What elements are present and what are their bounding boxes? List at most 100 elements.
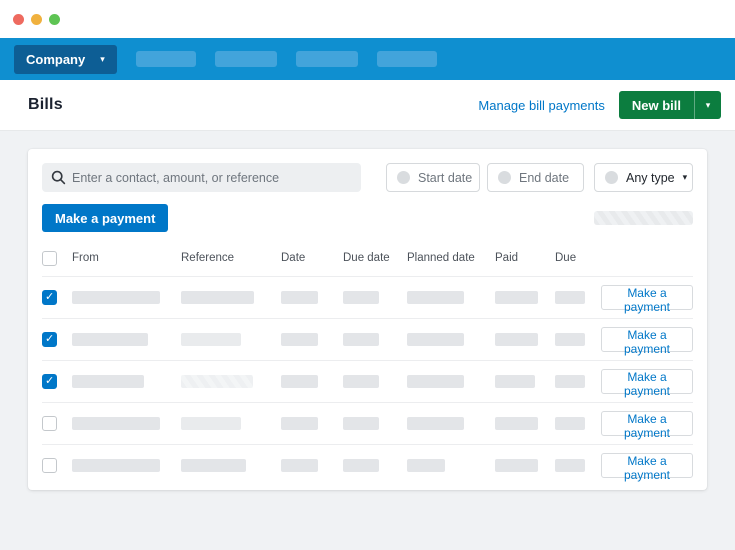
search-box bbox=[42, 163, 361, 192]
planned-date-cell-placeholder bbox=[407, 459, 445, 472]
zoom-button[interactable] bbox=[49, 14, 60, 25]
table-row: Make a payment bbox=[42, 318, 693, 360]
from-cell-placeholder bbox=[72, 375, 144, 388]
due-date-cell-placeholder bbox=[343, 291, 379, 304]
column-header-due-date: Due date bbox=[343, 252, 407, 264]
date-cell-placeholder bbox=[281, 375, 318, 388]
due-date-cell-placeholder bbox=[343, 333, 379, 346]
end-date-placeholder: End date bbox=[519, 171, 569, 185]
from-cell-placeholder bbox=[72, 291, 160, 304]
page-header: Bills Manage bill payments New bill ▾ bbox=[0, 80, 735, 131]
bills-card: Start date End date Any type ▾ Make a pa… bbox=[28, 149, 707, 490]
paid-cell-placeholder bbox=[495, 375, 535, 388]
minimize-button[interactable] bbox=[31, 14, 42, 25]
due-date-cell-placeholder bbox=[343, 375, 379, 388]
table-body: Make a payment Make a payment bbox=[42, 276, 693, 486]
column-header-paid: Paid bbox=[495, 252, 555, 264]
window-titlebar bbox=[0, 0, 735, 38]
close-button[interactable] bbox=[13, 14, 24, 25]
filter-fields: Start date End date Any type ▾ bbox=[386, 163, 693, 192]
planned-date-cell-placeholder bbox=[407, 291, 464, 304]
header-actions: Manage bill payments New bill ▾ bbox=[478, 91, 721, 119]
column-header-planned-date: Planned date bbox=[407, 252, 495, 264]
search-input[interactable] bbox=[42, 163, 361, 192]
column-header-reference: Reference bbox=[181, 252, 281, 264]
new-bill-split-button: New bill ▾ bbox=[619, 91, 721, 119]
top-navbar: Company ▾ bbox=[0, 38, 735, 80]
company-menu-button[interactable]: Company ▾ bbox=[14, 45, 117, 74]
new-bill-button[interactable]: New bill bbox=[619, 91, 694, 119]
planned-date-cell-placeholder bbox=[407, 333, 464, 346]
table-row: Make a payment bbox=[42, 360, 693, 402]
page-title: Bills bbox=[28, 96, 63, 114]
column-header-date: Date bbox=[281, 252, 343, 264]
page-content: Start date End date Any type ▾ Make a pa… bbox=[0, 131, 735, 550]
table-row: Make a payment bbox=[42, 402, 693, 444]
manage-bill-payments-link[interactable]: Manage bill payments bbox=[478, 98, 604, 113]
row-checkbox[interactable] bbox=[42, 290, 57, 305]
end-date-field[interactable]: End date bbox=[487, 163, 584, 192]
row-checkbox[interactable] bbox=[42, 374, 57, 389]
row-checkbox[interactable] bbox=[42, 416, 57, 431]
from-cell-placeholder bbox=[72, 459, 160, 472]
nav-item-placeholder[interactable] bbox=[377, 51, 437, 67]
row-action-button[interactable]: Make a payment bbox=[601, 411, 693, 436]
type-select-value: Any type bbox=[626, 171, 675, 185]
planned-date-cell-placeholder bbox=[407, 375, 464, 388]
due-cell-placeholder bbox=[555, 417, 585, 430]
reference-cell-placeholder bbox=[181, 459, 246, 472]
app-window: Company ▾ Bills Manage bill payments New… bbox=[0, 0, 735, 550]
calendar-placeholder-icon bbox=[397, 171, 410, 184]
date-cell-placeholder bbox=[281, 459, 318, 472]
start-date-field[interactable]: Start date bbox=[386, 163, 480, 192]
row-checkbox[interactable] bbox=[42, 458, 57, 473]
date-cell-placeholder bbox=[281, 417, 318, 430]
reference-cell-placeholder bbox=[181, 417, 241, 430]
column-header-due: Due bbox=[555, 252, 601, 264]
row-action-button[interactable]: Make a payment bbox=[601, 369, 693, 394]
due-cell-placeholder bbox=[555, 459, 585, 472]
table-row: Make a payment bbox=[42, 444, 693, 486]
due-cell-placeholder bbox=[555, 375, 585, 388]
calendar-placeholder-icon bbox=[498, 171, 511, 184]
column-header-from: From bbox=[72, 252, 181, 264]
reference-cell-placeholder bbox=[181, 333, 241, 346]
paid-cell-placeholder bbox=[495, 459, 538, 472]
table-header: From Reference Date Due date Planned dat… bbox=[42, 240, 693, 276]
paid-cell-placeholder bbox=[495, 333, 538, 346]
row-action-button[interactable]: Make a payment bbox=[601, 327, 693, 352]
paid-cell-placeholder bbox=[495, 417, 538, 430]
date-cell-placeholder bbox=[281, 291, 318, 304]
from-cell-placeholder bbox=[72, 333, 148, 346]
chevron-down-icon: ▾ bbox=[706, 100, 711, 111]
table-row: Make a payment bbox=[42, 276, 693, 318]
search-icon bbox=[51, 170, 66, 185]
due-cell-placeholder bbox=[555, 333, 585, 346]
chevron-down-icon: ▾ bbox=[100, 55, 105, 64]
select-all-checkbox[interactable] bbox=[42, 251, 57, 266]
reference-cell-placeholder bbox=[181, 291, 254, 304]
start-date-placeholder: Start date bbox=[418, 171, 472, 185]
chevron-down-icon: ▾ bbox=[683, 172, 688, 183]
date-cell-placeholder bbox=[281, 333, 318, 346]
bulk-action-row: Make a payment bbox=[42, 204, 693, 232]
row-action-button[interactable]: Make a payment bbox=[601, 285, 693, 310]
due-date-cell-placeholder bbox=[343, 417, 379, 430]
filter-bar: Start date End date Any type ▾ bbox=[42, 163, 693, 192]
planned-date-cell-placeholder bbox=[407, 417, 464, 430]
nav-item-placeholder[interactable] bbox=[215, 51, 277, 67]
from-cell-placeholder bbox=[72, 417, 160, 430]
due-date-cell-placeholder bbox=[343, 459, 379, 472]
new-bill-dropdown-button[interactable]: ▾ bbox=[694, 91, 721, 119]
nav-item-placeholder[interactable] bbox=[296, 51, 358, 67]
type-select[interactable]: Any type ▾ bbox=[594, 163, 693, 192]
paid-cell-placeholder bbox=[495, 291, 538, 304]
make-payment-button[interactable]: Make a payment bbox=[42, 204, 168, 232]
skeleton-placeholder bbox=[594, 211, 693, 225]
nav-item-placeholder[interactable] bbox=[136, 51, 196, 67]
row-action-button[interactable]: Make a payment bbox=[601, 453, 693, 478]
type-placeholder-icon bbox=[605, 171, 618, 184]
due-cell-placeholder bbox=[555, 291, 585, 304]
reference-cell-placeholder bbox=[181, 375, 253, 388]
row-checkbox[interactable] bbox=[42, 332, 57, 347]
